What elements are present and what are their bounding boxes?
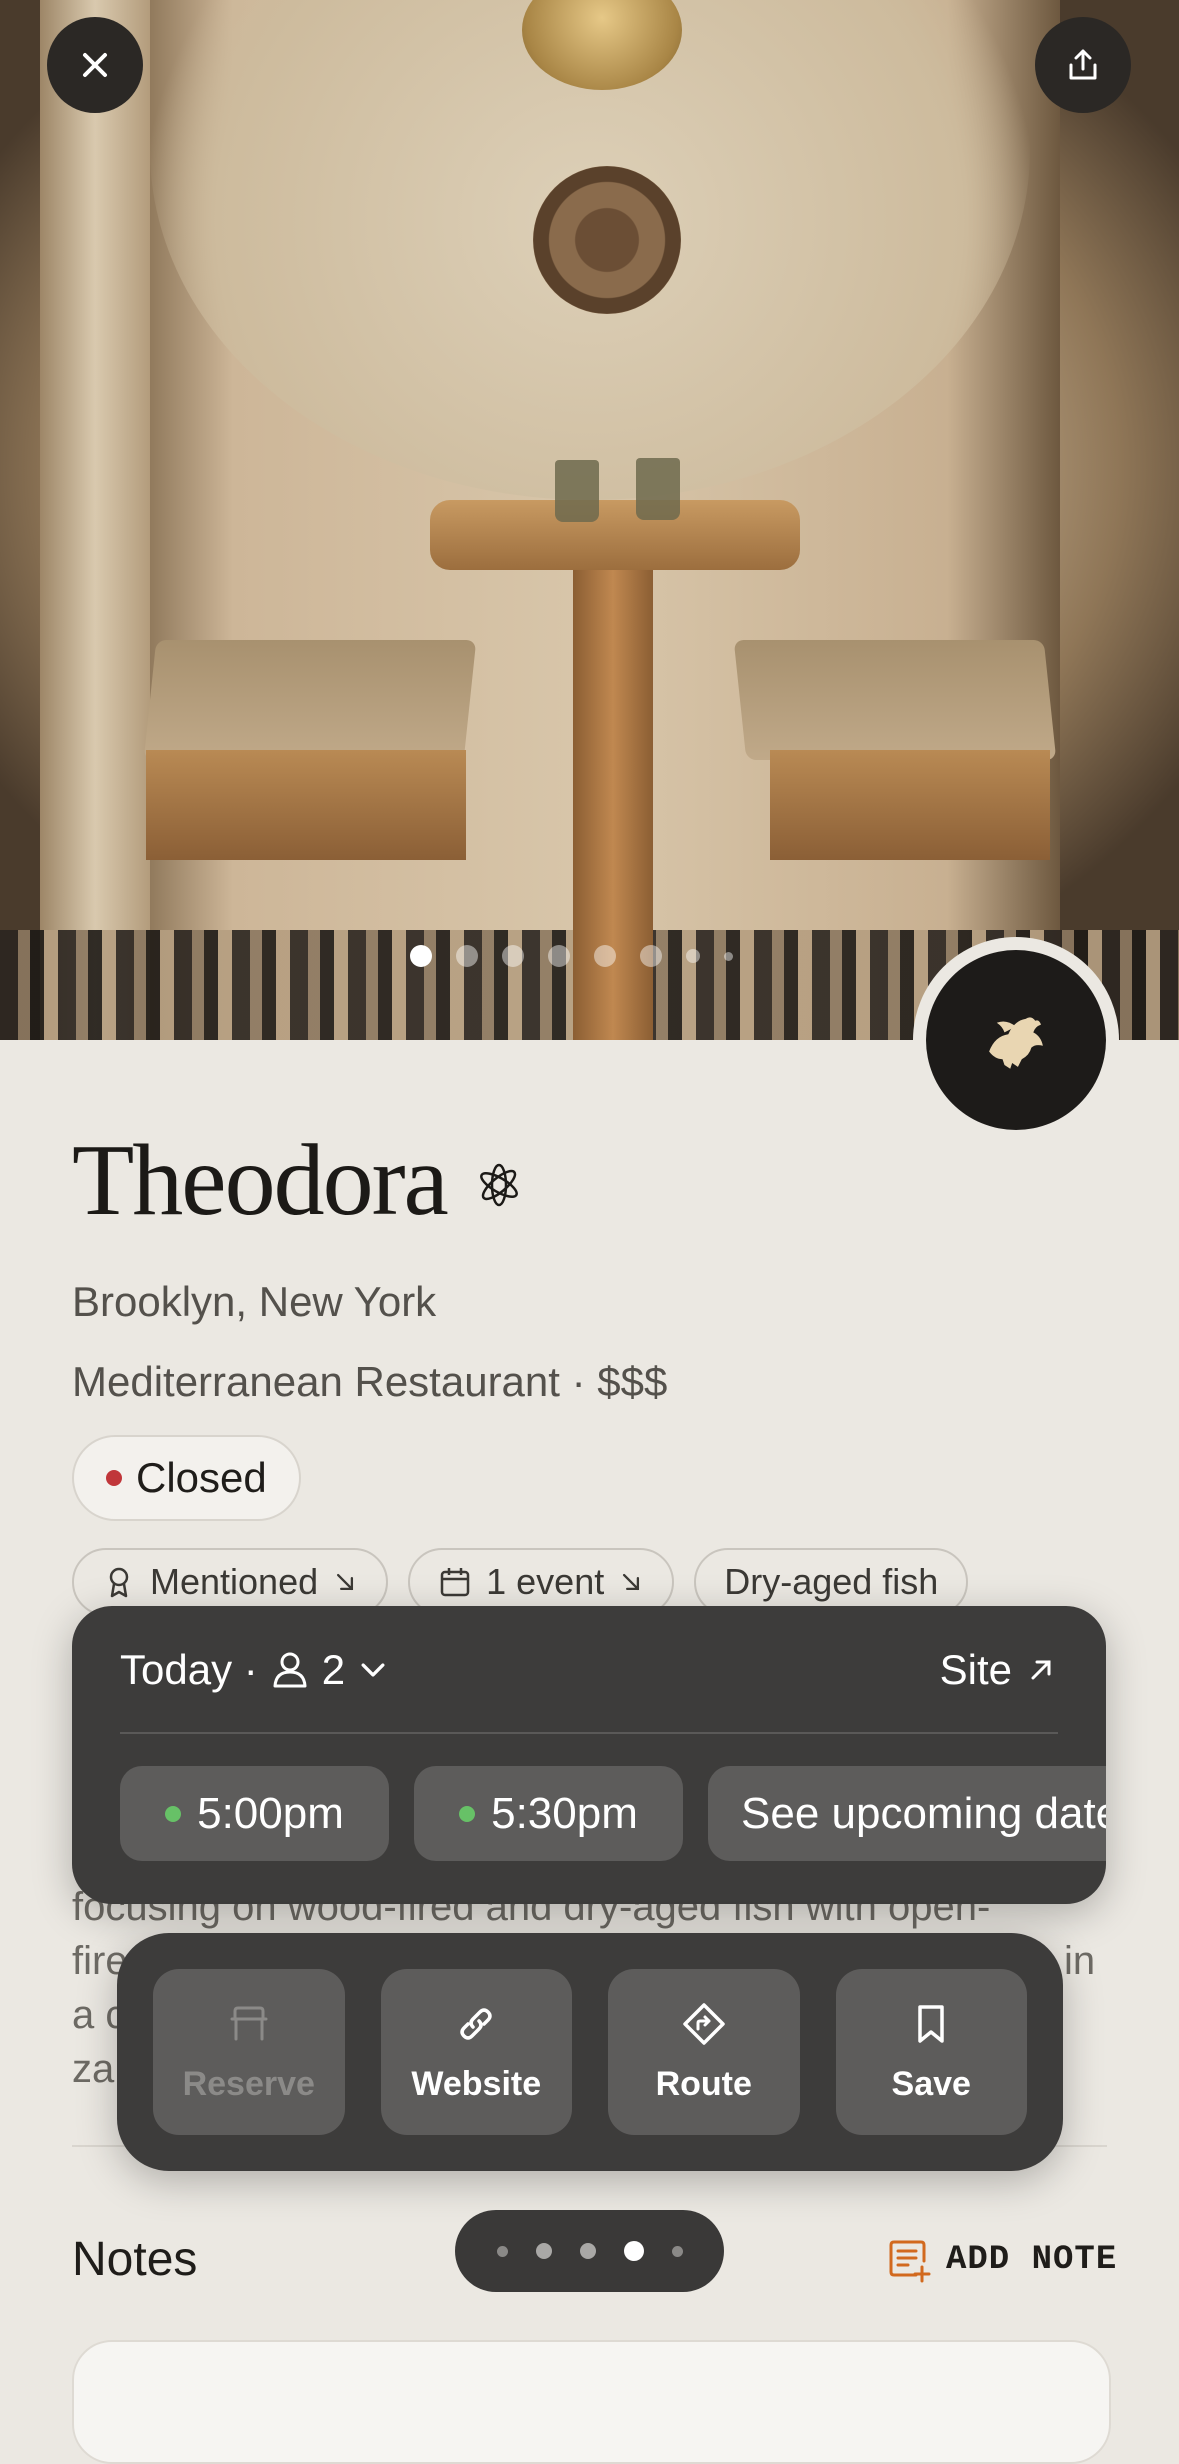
notes-heading: Notes	[72, 2233, 198, 2286]
note-card[interactable]	[72, 2340, 1111, 2464]
pager-dot[interactable]	[623, 2241, 644, 2261]
restaurant-name: Theodora	[72, 1124, 449, 1237]
photo-bench-left	[143, 640, 477, 760]
photo-carousel-dots[interactable]	[410, 945, 733, 967]
photo-table-leg	[573, 560, 653, 1040]
calendar-icon	[440, 1568, 470, 1597]
site-label: Site	[939, 1646, 1012, 1693]
reserve-button[interactable]: Reserve	[153, 1969, 345, 2135]
pager-dot[interactable]	[535, 2243, 552, 2259]
carousel-dot[interactable]	[410, 945, 432, 967]
carousel-dot[interactable]	[456, 945, 478, 967]
ribbon-icon	[109, 1567, 129, 1598]
hero-photo[interactable]	[0, 0, 1179, 1040]
griffin-logo-icon	[989, 1017, 1043, 1069]
photo-pillar	[40, 0, 150, 1040]
person-icon	[273, 1652, 307, 1688]
chip-label: 1 event	[486, 1561, 605, 1602]
save-label: Save	[891, 2064, 971, 2103]
link-icon	[460, 2007, 492, 2040]
photo-bench-right	[733, 640, 1057, 760]
add-note-button[interactable]: ADD NOTE	[886, 2237, 1117, 2283]
route-label: Route	[655, 2064, 752, 2103]
panel-divider	[120, 1732, 1058, 1734]
restaurant-category: Mediterranean Restaurant · $$$	[72, 1358, 668, 1405]
photo-glass	[555, 460, 599, 522]
slot-time: 5:00pm	[197, 1788, 344, 1838]
website-label: Website	[411, 2064, 542, 2103]
add-note-icon	[889, 2240, 931, 2283]
restaurant-logo	[913, 937, 1119, 1143]
status-label: Closed	[136, 1454, 267, 1501]
status-dot	[106, 1470, 122, 1486]
add-note-label: ADD NOTE	[946, 2241, 1118, 2279]
time-slot[interactable]: 5:30pm	[414, 1766, 683, 1861]
chevron-down-icon	[361, 1663, 385, 1677]
pager-dot[interactable]	[671, 2245, 683, 2257]
carousel-dot[interactable]	[502, 945, 524, 967]
upcoming-label: See upcoming dates	[741, 1788, 1106, 1838]
chair-icon	[230, 2006, 268, 2040]
carousel-dot[interactable]	[640, 945, 662, 967]
slot-time: 5:30pm	[491, 1788, 638, 1838]
site-link[interactable]: Site	[940, 1646, 1056, 1694]
atom-star-icon	[480, 1163, 518, 1207]
carousel-dot[interactable]	[594, 945, 616, 967]
website-button[interactable]: Website	[380, 1969, 572, 2135]
chip-label: Dry-aged fish	[724, 1561, 939, 1602]
share-icon	[1069, 49, 1097, 80]
page-indicator[interactable]	[455, 2210, 724, 2292]
action-bar: Reserve Website Route Save	[117, 1933, 1063, 2171]
carousel-dot[interactable]	[724, 951, 733, 961]
time-slots: 5:00pm 5:30pm See upcoming dates	[120, 1766, 1106, 1861]
carousel-dot[interactable]	[686, 949, 700, 963]
photo-glass	[636, 458, 680, 520]
description-fragment: in	[1064, 1939, 1096, 1983]
route-sign-icon	[683, 2002, 725, 2045]
arrow-down-right-icon	[623, 1573, 640, 1591]
arrow-up-right-icon	[1031, 1660, 1051, 1680]
party-date-selector[interactable]: Today · 2	[120, 1646, 391, 1694]
availability-dot	[165, 1805, 182, 1822]
reserve-label: Reserve	[182, 2064, 315, 2103]
arrow-down-right-icon	[337, 1573, 354, 1591]
photo-wall-plate	[533, 166, 681, 314]
photo-table-top	[430, 500, 800, 570]
availability-dot	[459, 1805, 476, 1822]
date-label: Today ·	[120, 1646, 258, 1693]
carousel-dot[interactable]	[548, 945, 570, 967]
pager-dot[interactable]	[579, 2243, 596, 2259]
save-button[interactable]: Save	[835, 1969, 1027, 2135]
close-icon	[83, 53, 107, 77]
route-button[interactable]: Route	[608, 1969, 800, 2135]
photo-bench-left-base	[146, 750, 466, 860]
photo-bench-right-base	[770, 750, 1050, 860]
close-button[interactable]	[47, 17, 143, 113]
pager-dot[interactable]	[496, 2245, 508, 2257]
open-status-badge[interactable]: Closed	[72, 1435, 301, 1521]
time-slot[interactable]: 5:00pm	[120, 1766, 389, 1861]
restaurant-location: Brooklyn, New York	[72, 1278, 437, 1325]
see-upcoming-dates-button[interactable]: See upcoming dates	[708, 1766, 1106, 1861]
party-size: 2	[321, 1646, 346, 1693]
reservation-panel: Today · 2 Site 5:00pm 5:30pm See upcomin…	[72, 1606, 1106, 1904]
share-button[interactable]	[1035, 17, 1131, 113]
chip-label: Mentioned	[150, 1561, 319, 1602]
bookmark-icon	[918, 2004, 944, 2043]
